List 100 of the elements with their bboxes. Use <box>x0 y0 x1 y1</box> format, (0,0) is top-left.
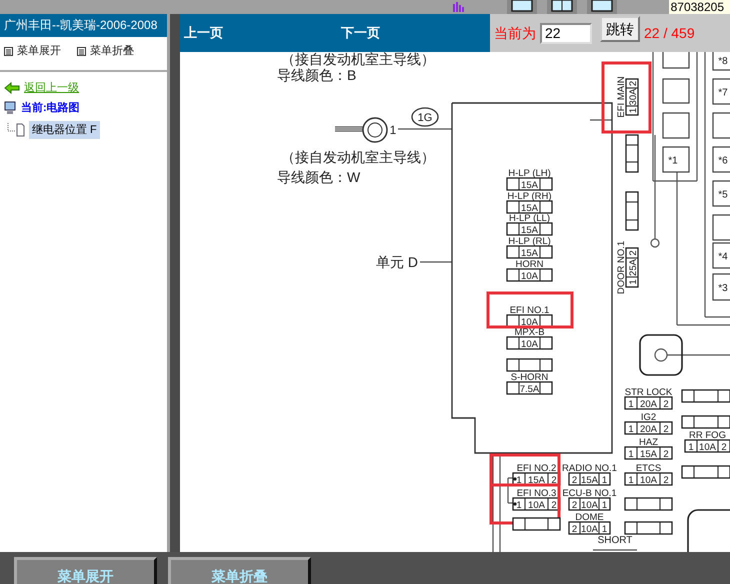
window-layout-icon[interactable] <box>586 0 617 14</box>
fuse-label: EFI NO.1 <box>510 305 550 316</box>
fuse-rating: 10A <box>528 500 545 511</box>
relay-label: *6 <box>718 156 728 166</box>
pin-number: 2 <box>572 500 578 511</box>
relay-label: *4 <box>718 252 728 262</box>
fuse-rating: 20A <box>640 399 657 410</box>
pin-number: 1 <box>628 424 634 435</box>
fuse-label: STR LOCK <box>624 387 672 398</box>
page-label: 当前为 <box>494 24 536 42</box>
fuse-rating: 10A <box>581 524 598 535</box>
go-button[interactable]: 跳转 <box>600 16 640 42</box>
short-label: SHORT <box>598 535 632 546</box>
pin-number: 1 <box>628 399 634 410</box>
relay-label: *3 <box>718 283 728 294</box>
fuse-label: MPX-B <box>514 327 545 338</box>
fuse-label: ECU-B NO.1 <box>562 488 617 499</box>
relay-label: *7 <box>718 88 728 98</box>
fuse-label: RR FOG <box>689 430 726 441</box>
fuse-label: H-LP (RL) <box>508 236 551 247</box>
pin-number: 2 <box>721 442 727 453</box>
fuse-label: RADIO NO.1 <box>562 463 617 474</box>
fuse-label: H-LP (LH) <box>508 168 551 179</box>
ring-terminal-icon <box>334 117 388 143</box>
pin-number: 2 <box>572 524 578 535</box>
pin-number: 2 <box>663 449 669 460</box>
menu-link[interactable]: 菜单展开 <box>17 43 61 60</box>
fuse-rating: 10A <box>640 475 657 486</box>
pin-number: 2 <box>628 80 639 86</box>
fuse-rating: 15A <box>521 203 538 214</box>
fuse-rating: 15A <box>528 475 545 486</box>
fuse-rating: 20A <box>640 424 657 435</box>
fuse-rating: 10A <box>521 339 538 350</box>
fuse-rating: 10A <box>521 271 538 282</box>
fuse-label: DOME <box>575 512 604 523</box>
list-icon <box>77 46 86 56</box>
pin-number: 1 <box>628 279 639 285</box>
pin-number: 1 <box>516 500 522 511</box>
connector-code: 1G <box>411 107 439 127</box>
pin-number: 1 <box>602 524 608 535</box>
pin-number: 2 <box>628 250 639 256</box>
fuse-rating: 15A <box>521 225 538 236</box>
back-arrow-icon <box>4 82 20 94</box>
fuse-body <box>625 78 639 116</box>
fuse-label: DOOR NO.1 <box>616 240 627 294</box>
pin-number: 2 <box>551 500 557 511</box>
fuse-rating: 30A <box>628 88 639 106</box>
diagram-note: （接自发动机室主导线） <box>281 52 435 67</box>
unit-label: 单元 D <box>376 254 418 270</box>
diagram-note: 导线颜色：B <box>277 67 356 83</box>
tree-line-icon <box>7 122 25 137</box>
phone-number: 87038205 <box>668 0 730 14</box>
back-link[interactable]: 返回上一级 <box>24 80 79 96</box>
fuse-rating: 15A <box>581 475 598 486</box>
fuse-label: HORN <box>516 259 544 270</box>
computer-icon <box>4 101 17 116</box>
fuse-label: H-LP (LL) <box>509 213 550 224</box>
relay-label: *8 <box>718 56 728 67</box>
next-page-link[interactable]: 下一页 <box>341 23 380 43</box>
pin-number: 2 <box>663 424 669 435</box>
page-number-field[interactable]: 22 <box>540 22 592 44</box>
page-count: 22 / 459 <box>644 24 695 42</box>
fuse-rating: 15A <box>521 248 538 259</box>
pin-number: 2 <box>551 475 557 486</box>
fuse-label: EFI NO.2 <box>516 463 556 474</box>
pin-number: 1 <box>516 475 522 486</box>
fuse-rating: 25A <box>628 259 639 276</box>
tree-item[interactable]: 继电器位置 F <box>29 120 100 139</box>
window-layout-icon[interactable] <box>546 0 577 14</box>
fuse-label: H-LP (RH) <box>507 191 552 202</box>
relay-outline <box>662 112 690 139</box>
pin-number: 1 <box>628 108 639 114</box>
menu-link[interactable]: 菜单折叠 <box>90 43 134 60</box>
relay-outline <box>662 78 690 104</box>
fuse-rating: 15A <box>640 449 657 460</box>
prev-page-link[interactable]: 上一页 <box>184 23 223 43</box>
pin-number: 1 <box>628 475 634 486</box>
fuse-rating: 10A <box>699 442 716 453</box>
fuse-label: EFI NO.3 <box>516 488 556 499</box>
list-icon <box>4 46 13 56</box>
arrow-dot-icon <box>513 477 517 506</box>
pin-number: 1 <box>628 449 634 460</box>
fuse-label: ETCS <box>636 463 662 474</box>
diagram-note: （接自发动机室主导线） <box>281 149 435 165</box>
fuse-rating: 10A <box>581 500 598 511</box>
pin-number: 1 <box>602 500 608 511</box>
pin-number: 2 <box>663 399 669 410</box>
relay-label: *5 <box>718 190 728 200</box>
fuse-rating: 10A <box>521 317 538 328</box>
pin-number: 2 <box>572 475 578 486</box>
fuse-label: IG2 <box>640 412 656 423</box>
relay-label: *1 <box>668 156 678 166</box>
pin-number: 1 <box>602 475 608 486</box>
diagram-note: 导线颜色：W <box>277 169 360 185</box>
pin-number: 1 <box>688 442 694 453</box>
fuse-rating: 7.5A <box>520 384 540 395</box>
pin-number: 2 <box>663 475 669 486</box>
window-layout-icon[interactable] <box>506 0 537 14</box>
sidebar-title: 广州丰田--凯美瑞-2006-2008 <box>0 14 167 37</box>
relay-outline <box>662 146 690 173</box>
